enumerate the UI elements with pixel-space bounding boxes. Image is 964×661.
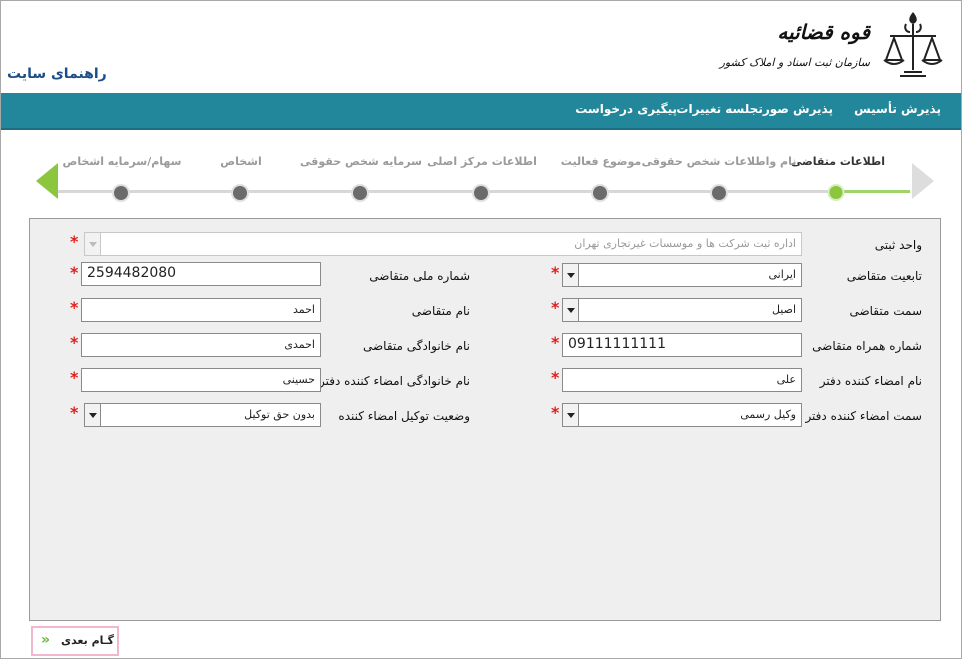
registry-unit-value: اداره ثبت شرکت ها و موسسات غیرتجاری تهرا… — [574, 237, 796, 250]
first-name-input[interactable]: احمد — [81, 298, 321, 322]
role-label: سمت متقاضی — [849, 304, 922, 318]
chevron-down-icon — [563, 264, 579, 286]
step-dot-persons[interactable] — [231, 184, 249, 202]
chevron-down-icon — [85, 404, 101, 426]
step-dot-persons-shares[interactable] — [112, 184, 130, 202]
required-mark: * — [70, 263, 79, 282]
signer-first-name-label: نام امضاء کننده دفتر — [819, 374, 922, 388]
site-guide-link[interactable]: راهنمای سایت — [7, 66, 107, 82]
nationality-value: ایرانی — [768, 268, 796, 281]
proxy-status-value: بدون حق توکیل — [244, 408, 315, 421]
required-mark: * — [551, 298, 560, 317]
required-mark: * — [70, 298, 79, 317]
proxy-status-label: وضعیت توکیل امضاء کننده — [338, 409, 470, 423]
step-label-applicant-info[interactable]: اطلاعات متقاضی — [791, 155, 885, 168]
logo-subtitle: سازمان ثبت اسناد و املاک کشور — [719, 56, 870, 69]
step-label-persons-shares[interactable]: سهام/سرمایه اشخاص — [63, 155, 182, 168]
last-name-input[interactable]: احمدی — [81, 333, 321, 357]
step-dot-applicant-info[interactable] — [827, 184, 845, 201]
chevron-down-icon — [563, 404, 579, 426]
required-mark: * — [70, 232, 79, 251]
last-name-label: نام خانوادگی متقاضی — [362, 339, 470, 353]
applicant-form-panel: واحد ثبتی اداره ثبت شرکت ها و موسسات غیر… — [29, 218, 941, 621]
signer-role-select[interactable]: وکیل رسمی — [562, 403, 802, 427]
next-step-button[interactable]: » گـام بعدی — [31, 626, 119, 656]
registry-unit-select[interactable]: اداره ثبت شرکت ها و موسسات غیرتجاری تهرا… — [84, 232, 802, 256]
main-navbar: پذیرش تأسیس پذیرش صورتجلسه تغییرات پیگیر… — [1, 93, 961, 130]
signer-last-name-label: نام خانوادگی امضاء کننده دفتر — [318, 374, 470, 388]
wizard-next-arrow-icon[interactable] — [36, 163, 58, 199]
step-wizard: اطلاعات متقاضی نام واطلاعات شخص حقوقی مو… — [0, 128, 962, 208]
national-id-label: شماره ملی متقاضی — [369, 269, 470, 283]
justice-scales-icon — [883, 12, 943, 77]
mobile-input[interactable]: 09111111111 — [562, 333, 802, 357]
signer-last-name-input[interactable]: حسینی — [81, 368, 321, 392]
national-id-input[interactable]: 2594482080 — [81, 262, 321, 286]
step-label-legal-entity-capital[interactable]: سرمایه شخص حقوقی — [300, 155, 422, 168]
nav-item-establishment[interactable]: پذیرش تأسیس — [854, 102, 941, 116]
logo-title: قوه قضائیه — [777, 20, 870, 44]
step-label-persons[interactable]: اشخاص — [220, 155, 261, 168]
nationality-label: تابعیت متقاضی — [846, 269, 922, 283]
required-mark: * — [551, 368, 560, 387]
nav-item-changes-minutes[interactable]: پذیرش صورتجلسه تغییرات — [676, 102, 833, 116]
required-mark: * — [551, 263, 560, 282]
step-label-activity-subject[interactable]: موضوع فعالیت — [561, 155, 641, 168]
role-value: اصیل — [771, 303, 796, 316]
next-step-label: گـام بعدی — [61, 634, 114, 647]
required-mark: * — [70, 333, 79, 352]
step-dot-head-office[interactable] — [472, 184, 490, 202]
proxy-status-select[interactable]: بدون حق توکیل — [84, 403, 321, 427]
step-dot-legal-entity-name[interactable] — [710, 184, 728, 202]
required-mark: * — [551, 403, 560, 422]
required-mark: * — [551, 333, 560, 352]
signer-role-value: وکیل رسمی — [740, 408, 796, 421]
signer-role-label: سمت امضاء کننده دفتر — [805, 409, 922, 423]
first-name-label: نام متقاضی — [411, 304, 470, 318]
required-mark: * — [70, 403, 79, 422]
step-label-legal-entity-name[interactable]: نام واطلاعات شخص حقوقی — [642, 155, 797, 168]
signer-first-name-input[interactable]: علی — [562, 368, 802, 392]
mobile-label: شماره همراه متقاضی — [812, 339, 922, 353]
chevron-down-icon — [85, 233, 101, 255]
step-label-head-office[interactable]: اطلاعات مرکز اصلی — [427, 155, 537, 168]
role-select[interactable]: اصیل — [562, 298, 802, 322]
nationality-select[interactable]: ایرانی — [562, 263, 802, 287]
step-dot-legal-entity-capital[interactable] — [351, 184, 369, 202]
double-chevron-icon: » — [41, 632, 51, 648]
logo: قوه قضائیه سازمان ثبت اسناد و املاک کشور — [720, 10, 944, 86]
nav-item-track-request[interactable]: پیگیری درخواست — [575, 102, 677, 116]
wizard-track-progress — [835, 190, 910, 193]
chevron-down-icon — [563, 299, 579, 321]
registry-unit-label: واحد ثبتی — [874, 238, 922, 252]
required-mark: * — [70, 368, 79, 387]
wizard-arrow-right-icon — [912, 163, 934, 199]
step-dot-activity-subject[interactable] — [591, 184, 609, 202]
